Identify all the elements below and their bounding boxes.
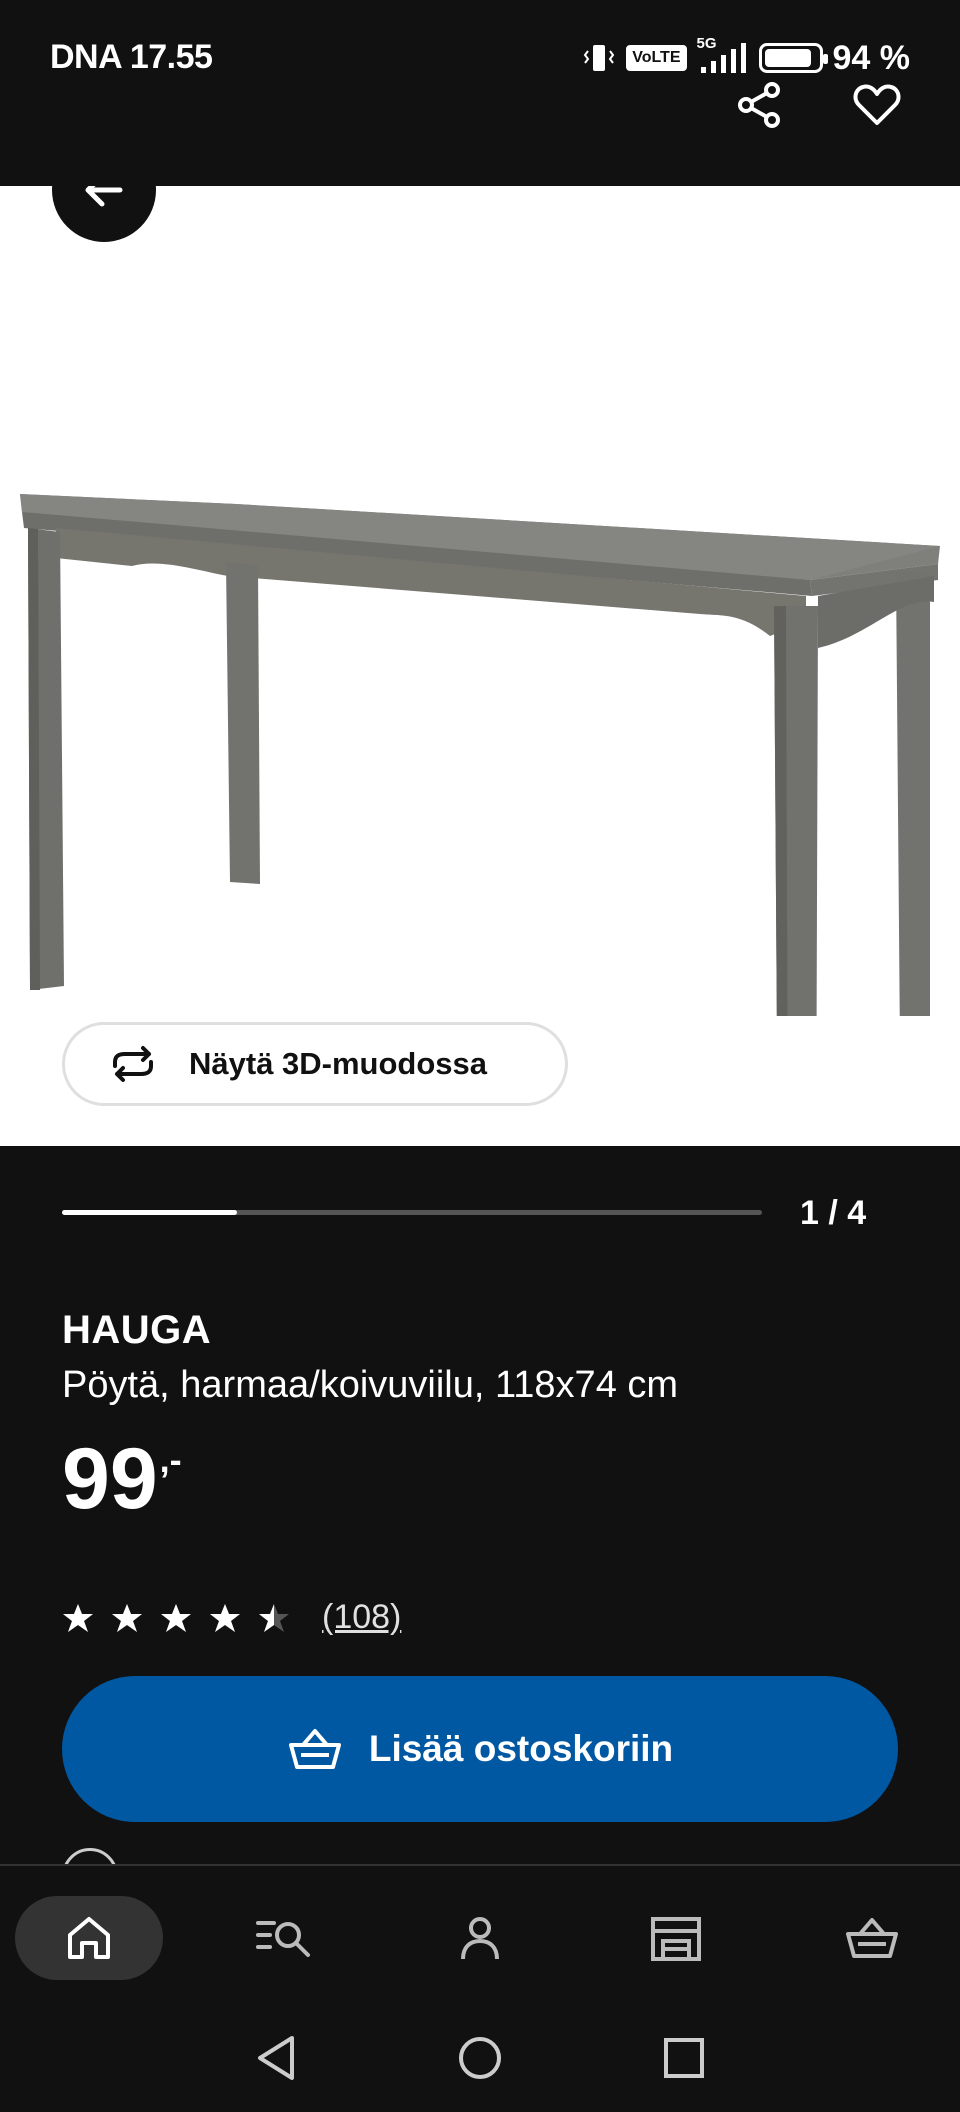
star-full-icon (112, 1603, 142, 1632)
system-recents-button[interactable] (630, 2004, 738, 2112)
cart-icon (846, 1918, 898, 1958)
basket-icon (288, 1729, 341, 1769)
circle-home-icon (459, 2037, 501, 2079)
star-full-icon (63, 1603, 93, 1632)
status-icons: VoLTE 5G 94 % (582, 35, 911, 78)
nav-cart[interactable] (798, 1896, 946, 1980)
gallery-progress-fill (62, 1210, 237, 1215)
nav-profile[interactable] (406, 1896, 554, 1980)
gallery-progress-bar (62, 1210, 762, 1215)
price-main: 99 (62, 1431, 158, 1527)
heart-icon[interactable] (850, 78, 904, 132)
home-icon (68, 1917, 110, 1959)
arrow-left-icon (85, 186, 123, 207)
review-count[interactable]: (108) (322, 1598, 401, 1637)
search-list-icon (256, 1921, 310, 1957)
bottom-navigation (0, 1864, 960, 2004)
star-full-icon (161, 1603, 191, 1632)
rotate-3d-icon (113, 1046, 153, 1082)
product-price: 99,- (62, 1436, 182, 1522)
product-name: HAUGA (62, 1308, 212, 1352)
square-recents-icon (664, 2038, 704, 2078)
nav-store[interactable] (602, 1896, 750, 1980)
carrier-time: DNA 17.55 (50, 38, 213, 76)
header-actions (732, 78, 904, 132)
nav-home[interactable] (15, 1896, 163, 1980)
product-image-area[interactable]: Näytä 3D-muodossa (0, 186, 960, 1146)
share-icon[interactable] (732, 78, 786, 132)
view-3d-label: Näytä 3D-muodossa (189, 1046, 488, 1081)
vibrate-icon (582, 41, 616, 75)
star-half-icon (259, 1603, 289, 1632)
product-description: Pöytä, harmaa/koivuviilu, 118x74 cm (62, 1364, 679, 1406)
add-to-cart-label: Lisää ostoskoriin (368, 1728, 674, 1769)
add-to-cart-button[interactable]: Lisää ostoskoriin (62, 1676, 898, 1822)
price-suffix: ,- (159, 1439, 182, 1480)
rating[interactable]: (108) (62, 1598, 401, 1637)
back-button[interactable] (52, 186, 156, 242)
system-navigation (0, 2004, 960, 2112)
gallery-counter: 1 / 4 (800, 1194, 867, 1232)
star-full-icon (210, 1603, 240, 1632)
status-bar: DNA 17.55 VoLTE 5G 94 % (0, 0, 960, 186)
signal-icon: 5G (697, 35, 749, 75)
battery-icon (758, 43, 828, 73)
store-icon (651, 1917, 701, 1961)
profile-icon (461, 1917, 499, 1960)
network-type: 5G (696, 35, 717, 52)
view-3d-button[interactable]: Näytä 3D-muodossa (62, 1022, 568, 1106)
rating-stars (62, 1602, 290, 1634)
volte-badge: VoLTE (626, 45, 687, 71)
battery-percent: 94 % (832, 38, 911, 77)
product-image (20, 494, 940, 1016)
system-back-button[interactable] (222, 2004, 330, 2112)
nav-search[interactable] (210, 1896, 358, 1980)
triangle-back-icon (258, 2036, 294, 2080)
system-home-button[interactable] (426, 2004, 534, 2112)
